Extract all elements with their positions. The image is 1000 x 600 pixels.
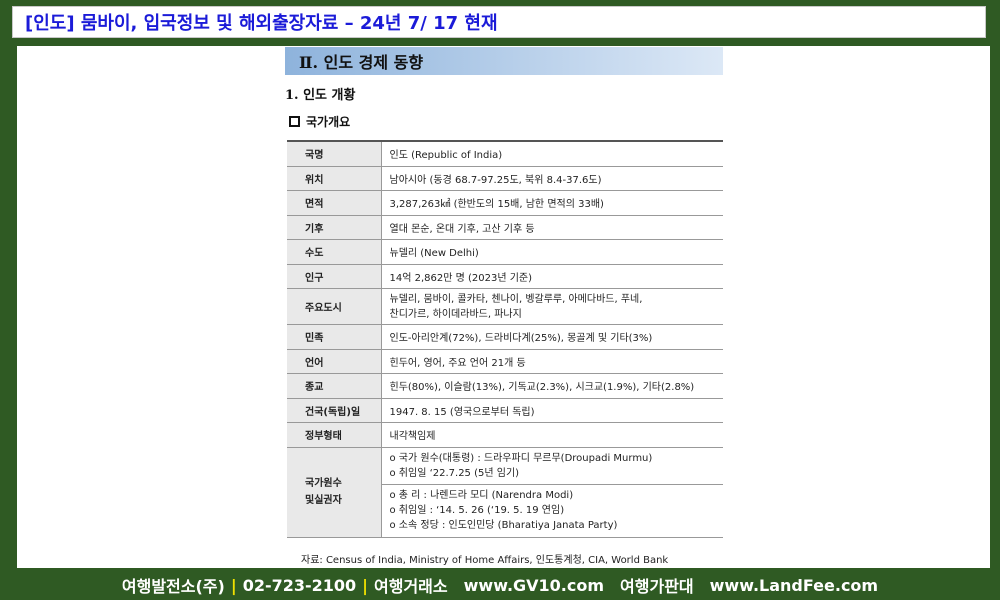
- row-value: 열대 몬순, 온대 기후, 고산 기후 등: [381, 215, 723, 240]
- value-line: o 소속 정당 : 인도인민당 (Bharatiya Janata Party): [389, 520, 618, 531]
- row-value: 남아시아 (동경 68.7-97.25도, 북위 8.4-37.6도): [381, 166, 723, 191]
- row-key: 기후: [287, 215, 382, 240]
- row-key: 종교: [287, 373, 382, 399]
- table-row: 주요도시 뉴델리, 뭄바이, 콜카타, 첸나이, 벵갈루루, 아메다바드, 푸네…: [287, 288, 723, 325]
- table-row: 수도 뉴델리 (New Delhi): [287, 239, 723, 265]
- footer-text2: 여행가판대: [620, 577, 694, 596]
- row-value: 힌두어, 영어, 주요 언어 21개 등: [381, 349, 723, 374]
- table-row: 언어 힌두어, 영어, 주요 언어 21개 등: [287, 349, 723, 374]
- row-key: 인구: [287, 264, 382, 289]
- footer-separator: |: [230, 575, 237, 595]
- table-row: 인구 14억 2,862만 명 (2023년 기준): [287, 264, 723, 289]
- table-row: 정부형태 내각책임제: [287, 422, 723, 448]
- key-line: 및실권자: [305, 495, 342, 506]
- row-value: 인도-아리안계(72%), 드라비다계(25%), 몽골계 및 기타(3%): [381, 324, 723, 350]
- footer-url1[interactable]: www.GV10.com: [464, 576, 604, 595]
- row-value: 뉴델리, 뭄바이, 콜카타, 첸나이, 벵갈루루, 아메다바드, 푸네, 찬디가…: [381, 288, 723, 325]
- footer-phone: 02-723-2100: [242, 575, 357, 595]
- row-value: o 국가 원수(대통령) : 드라우파디 무르무(Droupadi Murmu)…: [381, 447, 723, 485]
- document-page: Ⅱ. 인도 경제 동향 1. 인도 개황 국가개요 국명 인도 (Republi…: [17, 46, 990, 568]
- section-header: Ⅱ. 인도 경제 동향: [285, 47, 723, 75]
- footer-text1: 여행거래소: [374, 577, 448, 596]
- row-value: 내각책임제: [381, 422, 723, 448]
- row-key: 국가원수 및실권자: [287, 447, 382, 538]
- row-value: 1947. 8. 15 (영국으로부터 독립): [381, 398, 723, 423]
- value-line: o 국가 원수(대통령) : 드라우파디 무르무(Droupadi Murmu): [389, 452, 653, 464]
- row-key: 위치: [287, 166, 382, 191]
- table-row: 기후 열대 몬순, 온대 기후, 고산 기후 등: [287, 215, 723, 240]
- source-note: 자료: Census of India, Ministry of Home Af…: [301, 555, 669, 566]
- row-key: 주요도시: [287, 288, 382, 325]
- subtitle: 1. 인도 개황: [285, 88, 356, 103]
- row-key: 정부형태: [287, 422, 382, 448]
- table-row: 민족 인도-아리안계(72%), 드라비다계(25%), 몽골계 및 기타(3%…: [287, 324, 723, 350]
- row-key: 국명: [287, 141, 382, 167]
- row-value: 3,287,263㎢ (한반도의 15배, 남한 면적의 33배): [381, 190, 723, 216]
- row-key: 면적: [287, 190, 382, 216]
- country-info-table: 국명 인도 (Republic of India) 위치 남아시아 (동경 68…: [287, 140, 723, 538]
- row-key: 수도: [287, 239, 382, 265]
- row-key: 민족: [287, 324, 382, 350]
- table-row: 면적 3,287,263㎢ (한반도의 15배, 남한 면적의 33배): [287, 190, 723, 216]
- row-value: o 총 리 : 나렌드라 모디 (Narendra Modi) o 취임일 : …: [381, 484, 723, 538]
- table-row: 종교 힌두(80%), 이슬람(13%), 기독교(2.3%), 시크교(1.9…: [287, 373, 723, 399]
- footer-company: 여행발전소(주): [121, 577, 225, 596]
- value-line: 뉴델리, 뭄바이, 콜카타, 첸나이, 벵갈루루, 아메다바드, 푸네,: [389, 293, 643, 305]
- table-row: 건국(독립)일 1947. 8. 15 (영국으로부터 독립): [287, 398, 723, 423]
- row-value: 인도 (Republic of India): [381, 141, 723, 167]
- table-row: 국가원수 및실권자 o 국가 원수(대통령) : 드라우파디 무르무(Droup…: [287, 447, 723, 538]
- box-label-text: 국가개요: [306, 115, 351, 129]
- row-value: 힌두(80%), 이슬람(13%), 기독교(2.3%), 시크교(1.9%),…: [381, 373, 723, 399]
- row-key: 언어: [287, 349, 382, 374]
- footer-url2[interactable]: www.LandFee.com: [710, 576, 878, 595]
- title-bar: [인도] 뭄바이, 입국정보 및 해외출장자료 – 24년 7/ 17 현재: [12, 6, 986, 38]
- table-row: 국명 인도 (Republic of India): [287, 141, 723, 167]
- table-row: 위치 남아시아 (동경 68.7-97.25도, 북위 8.4-37.6도): [287, 166, 723, 191]
- value-line: o 취임일 ‘22.7.25 (5년 임기): [389, 467, 520, 479]
- footer-separator: |: [362, 575, 369, 595]
- value-line: 찬디가르, 하이데라바드, 파나지: [389, 308, 522, 320]
- row-key: 건국(독립)일: [287, 398, 382, 423]
- key-line: 국가원수: [305, 478, 342, 489]
- row-value: 14억 2,862만 명 (2023년 기준): [381, 264, 723, 289]
- row-value: 뉴델리 (New Delhi): [381, 239, 723, 265]
- value-line: o 취임일 : ‘14. 5. 26 (‘19. 5. 19 연임): [389, 505, 565, 516]
- footer: 여행발전소(주) | 02-723-2100 | 여행거래소 www.GV10.…: [0, 570, 1000, 600]
- title-text: [인도] 뭄바이, 입국정보 및 해외출장자료 – 24년 7/ 17 현재: [25, 13, 498, 34]
- box-label: 국가개요: [289, 113, 350, 130]
- checkbox-icon: [289, 116, 300, 127]
- value-line: o 총 리 : 나렌드라 모디 (Narendra Modi): [389, 490, 574, 501]
